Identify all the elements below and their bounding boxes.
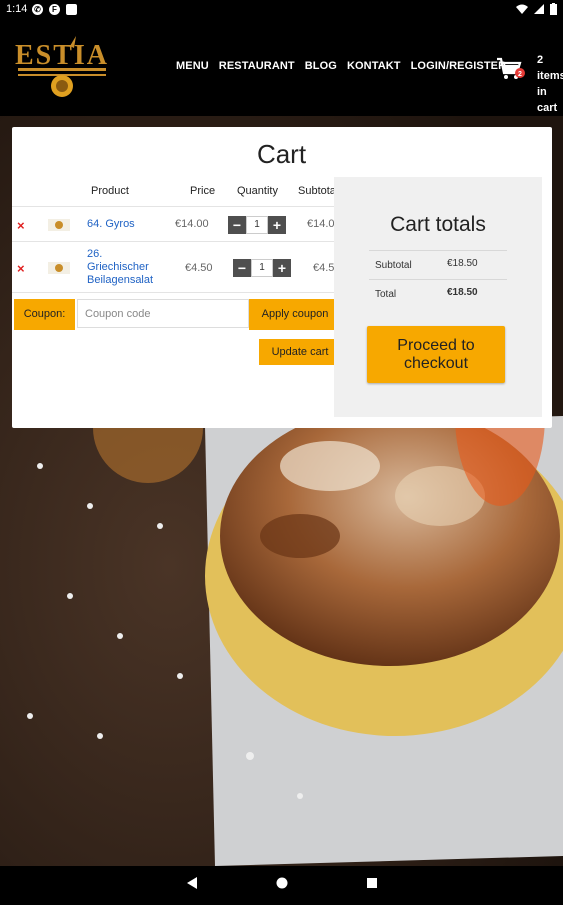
column-header-price: Price	[190, 185, 216, 197]
decrease-qty-button[interactable]: −	[228, 216, 246, 234]
increase-qty-button[interactable]: +	[273, 259, 291, 277]
svg-text:ESTIA: ESTIA	[15, 40, 109, 71]
quantity-stepper[interactable]: − 1 +	[228, 216, 286, 234]
divider	[12, 206, 342, 207]
recents-icon[interactable]	[367, 878, 377, 888]
nav-menu[interactable]: MENU	[176, 60, 209, 72]
system-nav-bar	[0, 866, 563, 900]
whatsapp-icon: ✆	[32, 4, 43, 15]
subtotal-label: Subtotal	[375, 260, 412, 271]
divider	[12, 292, 342, 293]
wifi-icon	[516, 4, 528, 14]
total-value: €18.50	[447, 287, 478, 298]
estia-logo[interactable]: ESTIA	[14, 34, 110, 102]
cart-badge: 2	[518, 71, 522, 78]
proceed-to-checkout-button[interactable]: Proceed to checkout	[367, 326, 505, 383]
increase-qty-button[interactable]: +	[268, 216, 286, 234]
quantity-input[interactable]: 1	[251, 259, 273, 277]
divider	[369, 279, 507, 280]
status-bar: 1:14 ✆ F	[0, 0, 563, 20]
divider	[369, 250, 507, 251]
site-header: ESTIA MENU RESTAURANT BLOG KONTAKT LOGIN…	[0, 20, 563, 116]
cart-icon[interactable]: 2	[495, 55, 525, 83]
divider	[12, 241, 342, 242]
nav-blog[interactable]: BLOG	[305, 60, 337, 72]
status-icons-right	[516, 3, 557, 15]
product-name-link[interactable]: 64. Gyros	[87, 218, 135, 231]
signal-icon	[534, 4, 544, 14]
nav-kontakt[interactable]: KONTAKT	[347, 60, 401, 72]
product-thumbnail[interactable]	[48, 262, 70, 274]
home-icon[interactable]	[276, 877, 288, 889]
battery-icon	[550, 3, 557, 15]
product-thumbnail[interactable]	[48, 219, 70, 231]
cart-totals-title: Cart totals	[390, 213, 486, 236]
remove-item-button[interactable]: ×	[17, 218, 25, 233]
total-label: Total	[375, 289, 397, 300]
coupon-label: Coupon:	[14, 299, 75, 330]
clipboard-icon	[66, 4, 77, 15]
f-icon: F	[49, 4, 60, 15]
nav-restaurant[interactable]: RESTAURANT	[219, 60, 295, 72]
item-price: €4.50	[185, 262, 213, 274]
nav-login-register[interactable]: LOGIN/REGISTER	[411, 60, 507, 72]
quantity-input[interactable]: 1	[246, 216, 268, 234]
main-nav: MENU RESTAURANT BLOG KONTAKT LOGIN/REGIS…	[176, 60, 506, 72]
coupon-code-input[interactable]: Coupon code	[77, 299, 249, 328]
update-cart-button[interactable]: Update cart	[259, 339, 341, 365]
product-name-link[interactable]: 26. Griechischer Beilagensalat	[87, 248, 153, 287]
column-header-product: Product	[91, 185, 129, 197]
column-header-quantity: Quantity	[237, 185, 278, 197]
quantity-stepper[interactable]: − 1 +	[233, 259, 291, 277]
cart-item-count[interactable]: 2 items in cart	[537, 52, 563, 116]
subtotal-value: €18.50	[447, 258, 478, 269]
page-title: Cart	[256, 139, 307, 169]
back-icon[interactable]	[187, 877, 197, 889]
column-header-subtotal: Subtotal	[298, 185, 339, 197]
remove-item-button[interactable]: ×	[17, 261, 25, 276]
apply-coupon-button[interactable]: Apply coupon	[249, 299, 341, 330]
status-time: 1:14	[6, 3, 28, 15]
decrease-qty-button[interactable]: −	[233, 259, 251, 277]
item-price: €14.00	[175, 218, 209, 230]
